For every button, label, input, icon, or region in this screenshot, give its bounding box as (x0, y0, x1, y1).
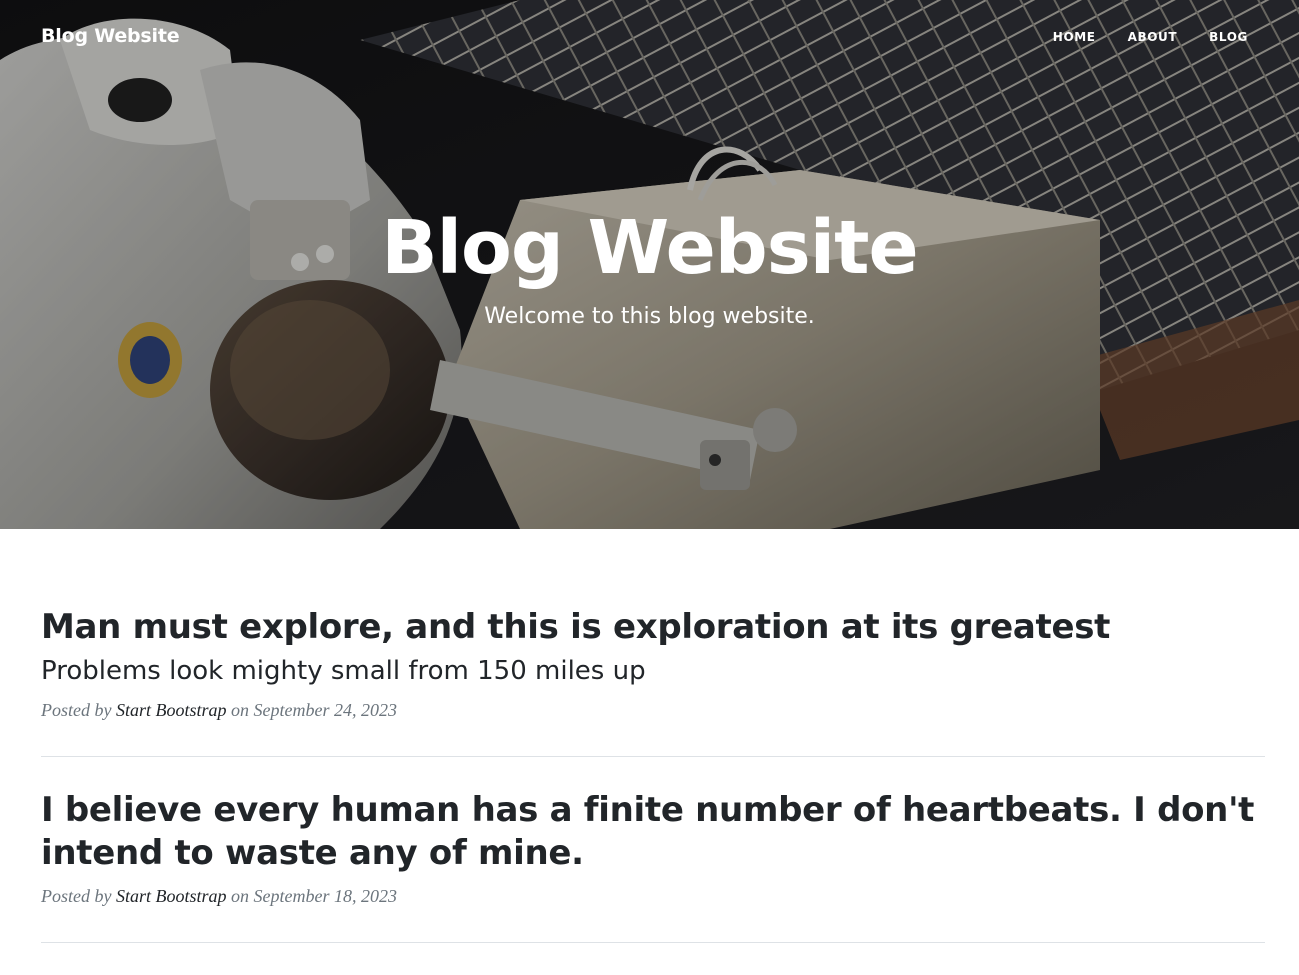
on-label: on (231, 700, 249, 720)
post-subtitle[interactable]: Problems look mighty small from 150 mile… (41, 653, 1265, 689)
post-meta: Posted by Start Bootstrap on September 1… (41, 884, 1265, 908)
post-title[interactable]: Man must explore, and this is exploratio… (41, 606, 1265, 649)
nav-link-home[interactable]: HOME (1053, 30, 1096, 44)
on-label: on (231, 886, 249, 906)
hero-subtitle: Welcome to this blog website. (484, 304, 815, 329)
post-date: September 24, 2023 (253, 700, 397, 720)
post-title[interactable]: I believe every human has a finite numbe… (41, 789, 1265, 875)
post-link[interactable]: Man must explore, and this is exploratio… (41, 606, 1265, 689)
post-preview: I believe every human has a finite numbe… (41, 789, 1265, 908)
navbar-brand[interactable]: Blog Website (41, 25, 180, 47)
post-date: September 18, 2023 (253, 886, 397, 906)
post-list: Man must explore, and this is exploratio… (41, 606, 1265, 975)
post-author-link[interactable]: Start Bootstrap (116, 886, 227, 906)
posted-by-label: Posted by (41, 886, 112, 906)
post-preview: Man must explore, and this is exploratio… (41, 606, 1265, 722)
post-author-link[interactable]: Start Bootstrap (116, 700, 227, 720)
hero-title: Blog Website (381, 205, 918, 291)
post-divider (41, 942, 1265, 943)
nav-link-blog[interactable]: BLOG (1209, 30, 1248, 44)
post-divider (41, 756, 1265, 757)
hero-header: Blog Website HOME ABOUT BLOG Blog Websit… (0, 0, 1299, 529)
post-link[interactable]: I believe every human has a finite numbe… (41, 789, 1265, 875)
nav-link-about[interactable]: ABOUT (1128, 30, 1178, 44)
post-meta: Posted by Start Bootstrap on September 2… (41, 698, 1265, 722)
main-navbar: Blog Website HOME ABOUT BLOG (0, 0, 1299, 76)
posted-by-label: Posted by (41, 700, 112, 720)
nav-links: HOME ABOUT BLOG (1053, 30, 1248, 44)
hero-heading-block: Blog Website Welcome to this blog websit… (0, 196, 1299, 332)
